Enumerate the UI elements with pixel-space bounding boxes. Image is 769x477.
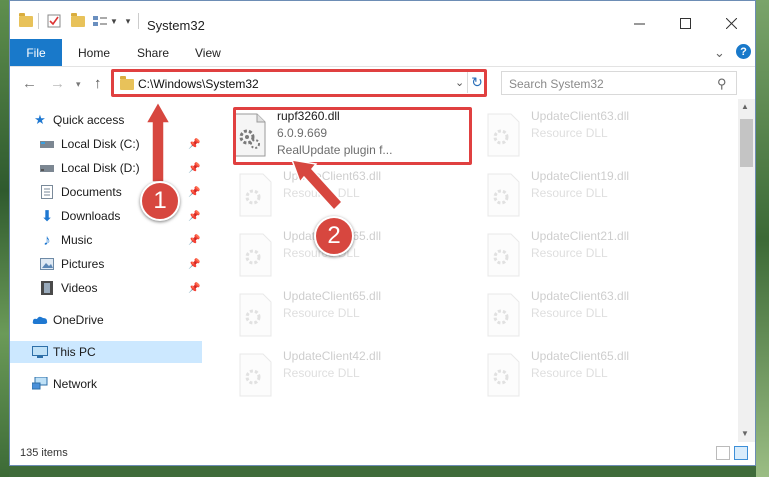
arrow-to-file <box>290 159 344 212</box>
step-2-badge: 2 <box>314 216 354 256</box>
arrow-to-address-bar <box>144 100 172 183</box>
step-1-badge: 1 <box>140 181 180 221</box>
annotation-arrows <box>144 100 344 212</box>
